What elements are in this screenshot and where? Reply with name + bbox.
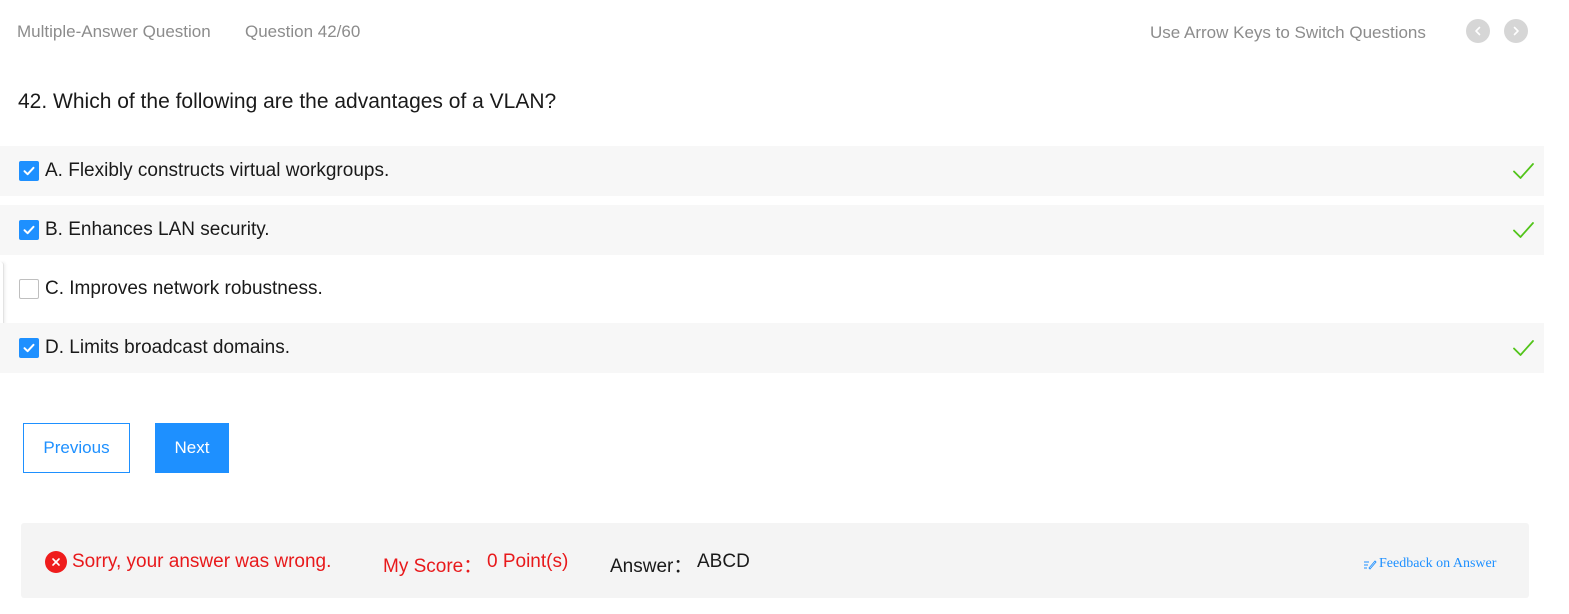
correct-tick-icon <box>1513 163 1534 179</box>
correct-tick-icon <box>1513 340 1534 356</box>
score-label: My Score： <box>383 556 483 577</box>
chevron-right-icon <box>1513 26 1519 36</box>
answer-label: Answer： <box>610 556 693 577</box>
question-counter: Question 42/60 <box>245 22 361 41</box>
question-type-label: Multiple-Answer Question <box>17 22 211 41</box>
option-b-label: B. Enhances LAN security. <box>45 219 270 240</box>
question-text: 42. Which of the following are the advan… <box>18 90 557 113</box>
feedback-link-label: Feedback on Answer <box>1379 556 1497 571</box>
result-panel: Sorry, your answer was wrong. My Score： … <box>21 523 1529 598</box>
option-a-checkbox[interactable] <box>19 161 39 181</box>
keyboard-hint: Use Arrow Keys to Switch Questions <box>1150 23 1426 42</box>
score-value: 0 Point(s) <box>487 551 569 572</box>
option-c-label: C. Improves network robustness. <box>45 278 323 299</box>
option-c[interactable]: C. Improves network robustness. <box>0 264 1544 314</box>
correct-tick-icon <box>1513 222 1534 238</box>
option-a[interactable]: A. Flexibly constructs virtual workgroup… <box>0 146 1544 196</box>
option-d-checkbox[interactable] <box>19 338 39 358</box>
previous-button[interactable]: Previous <box>23 423 130 473</box>
option-c-checkbox[interactable] <box>19 279 39 299</box>
checkmark-icon <box>23 343 35 353</box>
checkmark-icon <box>23 225 35 235</box>
prev-question-nav-button[interactable] <box>1466 19 1490 43</box>
feedback-link[interactable]: Feedback on Answer <box>1363 556 1496 572</box>
checkmark-icon <box>23 166 35 176</box>
top-bar: Multiple-Answer Question Question 42/60 … <box>0 0 1569 64</box>
option-d-label: D. Limits broadcast domains. <box>45 337 290 358</box>
option-a-label: A. Flexibly constructs virtual workgroup… <box>45 160 390 181</box>
option-b-checkbox[interactable] <box>19 220 39 240</box>
option-d[interactable]: D. Limits broadcast domains. <box>0 323 1544 373</box>
answer-value: ABCD <box>697 551 750 572</box>
close-circle-icon <box>45 551 67 573</box>
edit-icon <box>1364 560 1377 570</box>
chevron-left-icon <box>1475 26 1481 36</box>
result-message: Sorry, your answer was wrong. <box>72 551 332 572</box>
next-question-nav-button[interactable] <box>1504 19 1528 43</box>
next-button[interactable]: Next <box>155 423 229 473</box>
option-b[interactable]: B. Enhances LAN security. <box>0 205 1544 255</box>
